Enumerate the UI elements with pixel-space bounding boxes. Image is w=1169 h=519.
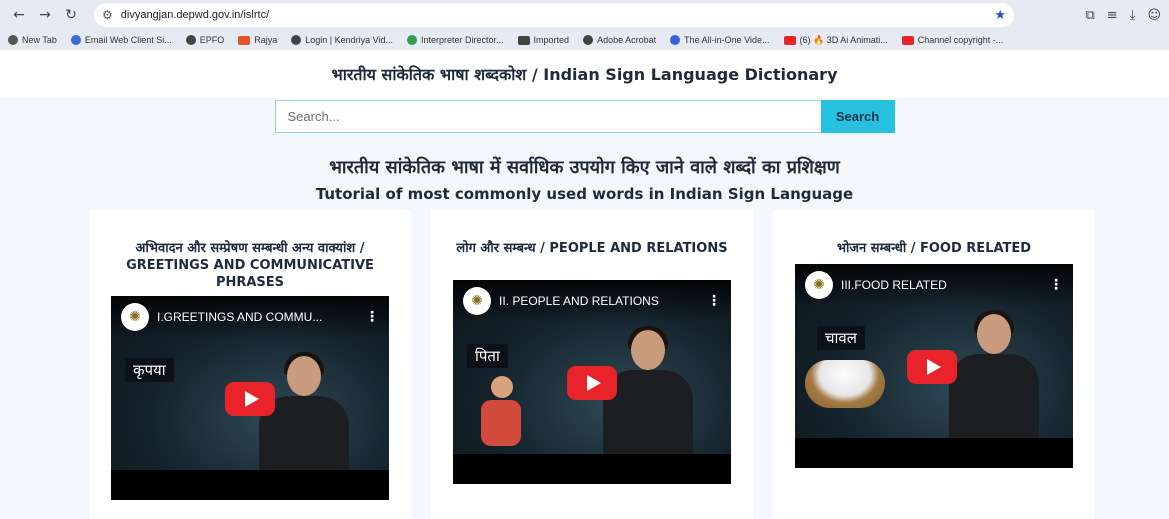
- sign-word: कृपया: [125, 358, 174, 382]
- more-options-icon[interactable]: ⋮: [707, 293, 721, 309]
- tutorial-title-english: Tutorial of most commonly used words in …: [315, 185, 854, 203]
- bookmark-item[interactable]: New Tab: [8, 35, 57, 45]
- bookmark-label: New Tab: [22, 35, 57, 45]
- bookmark-favicon-icon: [517, 35, 530, 45]
- address-url: divyangjan.depwd.gov.in/islrtc/: [120, 9, 270, 21]
- bookmark-favicon-icon: [407, 35, 417, 45]
- bookmark-item[interactable]: Channel copyright -...: [901, 35, 1004, 45]
- bookmark-label: The All-in-One Vide...: [684, 35, 770, 45]
- address-bar[interactable]: ⚙ divyangjan.depwd.gov.in/islrtc/ ★: [94, 3, 1014, 27]
- channel-logo-icon: ✺: [463, 287, 491, 315]
- card-title: भोजन सम्बन्धी / FOOD RELATED: [836, 241, 1032, 256]
- card-title: लोग और सम्बन्ध / PEOPLE AND RELATIONS: [456, 241, 728, 256]
- tutorial-title-hindi: भारतीय सांकेतिक भाषा में सर्वाधिक उपयोग …: [329, 157, 840, 178]
- bookmark-star-icon[interactable]: ★: [994, 8, 1006, 23]
- video-title[interactable]: I.GREETINGS AND COMMU...: [157, 310, 357, 324]
- page: भारतीय सांकेतिक भाषा शब्दकोश / Indian Si…: [0, 50, 1169, 519]
- channel-logo-icon: ✺: [121, 303, 149, 331]
- play-icon[interactable]: [907, 350, 957, 384]
- play-icon[interactable]: [567, 366, 617, 400]
- channel-logo-icon: ✺: [805, 271, 833, 299]
- download-icon[interactable]: ⤓: [1130, 8, 1136, 23]
- bookmark-label: (6) 🔥 3D Ai Animati...: [799, 34, 888, 45]
- category-card-greetings[interactable]: अभिवादन और सम्प्रेषण सम्बन्धी अन्य वाक्य…: [89, 210, 411, 519]
- sign-word: पिता: [467, 344, 508, 368]
- bookmark-label: Imported: [533, 35, 570, 45]
- category-card-people[interactable]: लोग और सम्बन्ध / PEOPLE AND RELATIONS ✺ …: [431, 210, 753, 519]
- bookmark-label: Interpreter Director...: [421, 35, 504, 45]
- category-cards: अभिवादन और सम्प्रेषण सम्बन्धी अन्य वाक्य…: [89, 210, 1095, 519]
- back-icon[interactable]: ←: [8, 4, 30, 26]
- more-options-icon[interactable]: ⋮: [365, 309, 379, 325]
- site-info-icon[interactable]: ⚙: [102, 8, 113, 22]
- bookmark-favicon-icon: [185, 35, 196, 45]
- bookmark-favicon-icon: [70, 35, 81, 45]
- rice-bowl-illustration: [805, 360, 885, 408]
- bookmark-favicon-icon: [238, 35, 251, 45]
- reload-icon[interactable]: ↻: [60, 4, 82, 26]
- father-child-illustration: [481, 376, 521, 446]
- bookmark-favicon-icon: [583, 35, 594, 45]
- browser-toolbar: ← → ↻ ⚙ divyangjan.depwd.gov.in/islrtc/ …: [0, 0, 1169, 30]
- video-player[interactable]: ✺ I.GREETINGS AND COMMU... ⋮ कृपया: [111, 296, 389, 500]
- bookmark-favicon-icon: [8, 35, 18, 45]
- video-player[interactable]: ✺ II. PEOPLE AND RELATIONS ⋮ पिता: [453, 280, 731, 484]
- bookmark-favicon-icon: [670, 35, 681, 45]
- bookmark-item[interactable]: Imported: [517, 35, 570, 45]
- bookmark-item[interactable]: Interpreter Director...: [407, 35, 504, 45]
- play-icon[interactable]: [225, 382, 275, 416]
- forward-icon[interactable]: →: [34, 4, 56, 26]
- search-bar: Search: [0, 100, 1169, 133]
- bookmark-label: Email Web Client Si...: [84, 35, 172, 45]
- page-title: भारतीय सांकेतिक भाषा शब्दकोश / Indian Si…: [331, 65, 838, 84]
- profile-icon[interactable]: ☺: [1147, 8, 1161, 23]
- reading-list-icon[interactable]: ≡: [1107, 8, 1118, 23]
- bookmark-item[interactable]: EPFO: [185, 35, 225, 45]
- video-player[interactable]: ✺ III.FOOD RELATED ⋮ चावल: [795, 264, 1073, 468]
- more-options-icon[interactable]: ⋮: [1049, 277, 1063, 293]
- bookmark-label: Adobe Acrobat: [597, 35, 657, 45]
- video-title[interactable]: III.FOOD RELATED: [841, 278, 1041, 292]
- bookmark-favicon-icon: [901, 35, 914, 45]
- bookmark-item[interactable]: The All-in-One Vide...: [670, 35, 770, 45]
- bookmarks-bar: New Tab Email Web Client Si... EPFO Rajya Lo…: [0, 30, 1169, 50]
- search-input[interactable]: [274, 100, 821, 133]
- card-title: अभिवादन और सम्प्रेषण सम्बन्धी अन्य वाक्य…: [126, 241, 374, 290]
- bookmark-favicon-icon: [783, 35, 796, 45]
- page-header: भारतीय सांकेतिक भाषा शब्दकोश / Indian Si…: [0, 50, 1169, 98]
- bookmark-item[interactable]: Login | Kendriya Vid...: [291, 35, 393, 45]
- bookmark-item[interactable]: Rajya: [238, 35, 277, 45]
- bookmark-item[interactable]: Adobe Acrobat: [583, 35, 656, 45]
- bookmark-favicon-icon: [291, 35, 302, 45]
- sign-word: चावल: [817, 326, 865, 350]
- bookmark-item[interactable]: Email Web Client Si...: [70, 35, 172, 45]
- bookmark-label: Rajya: [254, 35, 278, 45]
- search-button[interactable]: Search: [820, 100, 895, 133]
- bookmark-item[interactable]: (6) 🔥 3D Ai Animati...: [783, 34, 888, 46]
- bookmark-label: Login | Kendriya Vid...: [305, 35, 393, 45]
- category-card-food[interactable]: भोजन सम्बन्धी / FOOD RELATED ✺ III.FOOD …: [773, 210, 1095, 519]
- bookmark-label: EPFO: [199, 35, 225, 45]
- extensions-icon[interactable]: ⧉: [1085, 8, 1094, 23]
- bookmark-label: Channel copyright -...: [917, 35, 1004, 45]
- video-title[interactable]: II. PEOPLE AND RELATIONS: [499, 294, 699, 308]
